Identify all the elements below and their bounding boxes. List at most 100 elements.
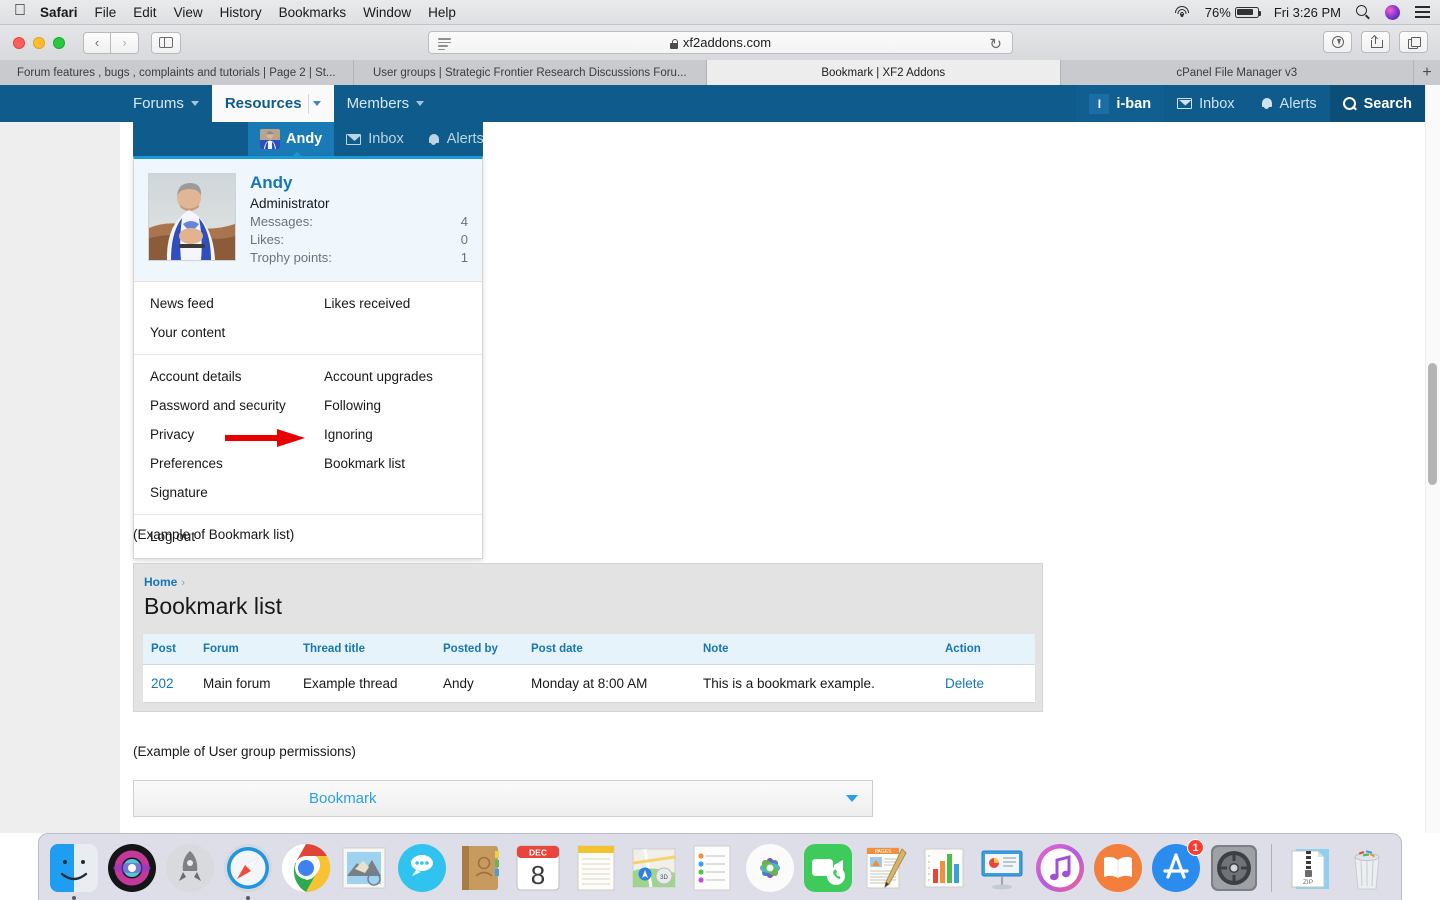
menu-link-account-upgrades[interactable]: Account upgrades (308, 362, 482, 391)
column-header-thread-title[interactable]: Thread title (295, 634, 435, 665)
dock-item-keynote[interactable] (974, 840, 1030, 896)
menu-link-preferences[interactable]: Preferences (134, 449, 308, 478)
chevron-down-icon[interactable] (416, 101, 425, 106)
menu-link-following[interactable]: Following (308, 391, 482, 420)
permissions-dropdown[interactable]: Bookmark (133, 780, 873, 817)
apple-logo-icon[interactable]:  (14, 3, 26, 19)
account-tab-inbox[interactable]: Inbox (334, 122, 415, 156)
account-tab-alerts[interactable]: Alerts (416, 122, 496, 156)
nav-item-members[interactable]: Members (334, 85, 438, 122)
dock-item-launchpad[interactable] (162, 840, 218, 896)
chevron-down-icon[interactable] (846, 795, 858, 802)
dock-item-itunes[interactable] (1032, 840, 1088, 896)
nav-search[interactable]: Search (1329, 85, 1425, 122)
dock-item-reminders[interactable] (684, 840, 740, 896)
menubar-clock[interactable]: Fri 3:26 PM (1274, 5, 1341, 20)
dock-item-mail[interactable] (336, 840, 392, 896)
reader-view-icon[interactable] (438, 38, 451, 50)
sidebar-toggle-button[interactable] (151, 31, 181, 54)
menu-row: Preferences Bookmark list (134, 449, 482, 478)
show-all-tabs-button[interactable] (1399, 31, 1428, 53)
column-header-forum[interactable]: Forum (195, 634, 295, 665)
breadcrumb-home-link[interactable]: Home (144, 575, 177, 589)
account-username[interactable]: Andy (250, 173, 468, 193)
dock-item-notes[interactable] (568, 840, 624, 896)
column-header-post[interactable]: Post (143, 634, 195, 665)
download-icon (1331, 36, 1344, 48)
reload-icon[interactable]: ↻ (989, 35, 1002, 53)
menu-item-view[interactable]: View (174, 5, 203, 20)
nav-item-forums[interactable]: Forums (120, 85, 212, 122)
menu-link-news-feed[interactable]: News feed (134, 289, 308, 318)
forward-button[interactable]: › (111, 31, 139, 54)
chevron-down-icon[interactable] (190, 101, 199, 106)
dock-item-ibooks[interactable] (1090, 840, 1146, 896)
dock-item-messages[interactable] (394, 840, 450, 896)
dock-item-system-preferences[interactable] (1206, 840, 1262, 896)
address-bar[interactable]: xf2addons.com ↻ (428, 31, 1013, 54)
dock-item-zip-file[interactable]: ZIP (1281, 840, 1337, 896)
dock-item-numbers[interactable] (916, 840, 972, 896)
menu-link-your-content[interactable]: Your content (134, 318, 308, 347)
dock-item-siri[interactable] (104, 840, 160, 896)
delete-link[interactable]: Delete (937, 665, 1035, 703)
dock-item-trash[interactable] (1339, 840, 1395, 896)
dock-item-app-store[interactable]: 1 (1148, 839, 1204, 896)
menu-item-edit[interactable]: Edit (133, 5, 156, 20)
dock-item-chrome[interactable] (278, 840, 334, 896)
menu-link-privacy[interactable]: Privacy (134, 420, 308, 449)
menu-link-bookmark-list[interactable]: Bookmark list (308, 449, 482, 478)
browser-tab[interactable]: cPanel File Manager v3 (1060, 60, 1414, 85)
dock-item-calendar[interactable]: DEC 8 (510, 840, 566, 896)
back-button[interactable]: ‹ (83, 31, 111, 54)
menu-item-help[interactable]: Help (428, 5, 456, 20)
column-header-action[interactable]: Action (937, 634, 1035, 665)
nav-inbox[interactable]: Inbox (1164, 85, 1247, 122)
menu-item-file[interactable]: File (95, 5, 117, 20)
menu-item-window[interactable]: Window (363, 5, 411, 20)
notification-center-icon[interactable] (1415, 6, 1430, 18)
menu-link-ignoring[interactable]: Ignoring (308, 420, 482, 449)
scrollbar-thumb[interactable] (1428, 363, 1437, 485)
dock-item-facetime[interactable] (800, 840, 856, 896)
menu-item-safari[interactable]: Safari (40, 5, 78, 20)
dock-item-finder[interactable] (46, 840, 102, 900)
account-tab-andy[interactable]: Andy (248, 122, 335, 156)
browser-tab-active[interactable]: Bookmark | XF2 Addons (707, 60, 1061, 85)
menu-item-bookmarks[interactable]: Bookmarks (279, 5, 347, 20)
wifi-icon[interactable] (1175, 6, 1190, 18)
dock-item-photos[interactable] (742, 840, 798, 896)
menu-link-likes-received[interactable]: Likes received (308, 289, 482, 318)
browser-tab[interactable]: User groups | Strategic Frontier Researc… (353, 60, 707, 85)
siri-icon[interactable] (1385, 4, 1400, 20)
share-button[interactable] (1361, 31, 1390, 53)
spotlight-search-icon[interactable] (1356, 5, 1370, 19)
menu-link-account-details[interactable]: Account details (134, 362, 308, 391)
minimize-window-button[interactable] (33, 36, 45, 49)
chevron-down-icon[interactable] (312, 101, 321, 106)
column-header-note[interactable]: Note (695, 634, 937, 665)
column-header-post-date[interactable]: Post date (523, 634, 695, 665)
account-menu-section: Account details Account upgrades Passwor… (134, 354, 482, 514)
battery-status[interactable]: 76% (1205, 5, 1262, 20)
menu-item-history[interactable]: History (220, 5, 262, 20)
close-window-button[interactable] (13, 36, 25, 49)
downloads-button[interactable] (1323, 31, 1352, 53)
menu-link-signature[interactable]: Signature (134, 478, 308, 507)
page-scrollbar[interactable] (1425, 85, 1440, 833)
cell-post-id[interactable]: 202 (143, 665, 195, 703)
new-tab-button[interactable]: + (1414, 60, 1440, 85)
dock-item-safari[interactable] (220, 840, 276, 900)
messages-icon (398, 844, 446, 892)
menu-link-password-and-security[interactable]: Password and security (134, 391, 308, 420)
browser-tab[interactable]: Forum features , bugs , complaints and t… (0, 60, 354, 85)
nav-alerts[interactable]: Alerts (1248, 85, 1330, 122)
dock-item-maps[interactable]: 3D (626, 840, 682, 896)
column-header-posted-by[interactable]: Posted by (435, 634, 523, 665)
maximize-window-button[interactable] (53, 36, 65, 49)
avatar[interactable] (148, 173, 236, 261)
nav-user-menu[interactable]: I i-ban (1076, 85, 1165, 122)
dock-item-contacts[interactable] (452, 840, 508, 896)
dock-item-pages[interactable]: PAGES (858, 840, 914, 896)
nav-item-resources[interactable]: Resources (211, 85, 334, 122)
